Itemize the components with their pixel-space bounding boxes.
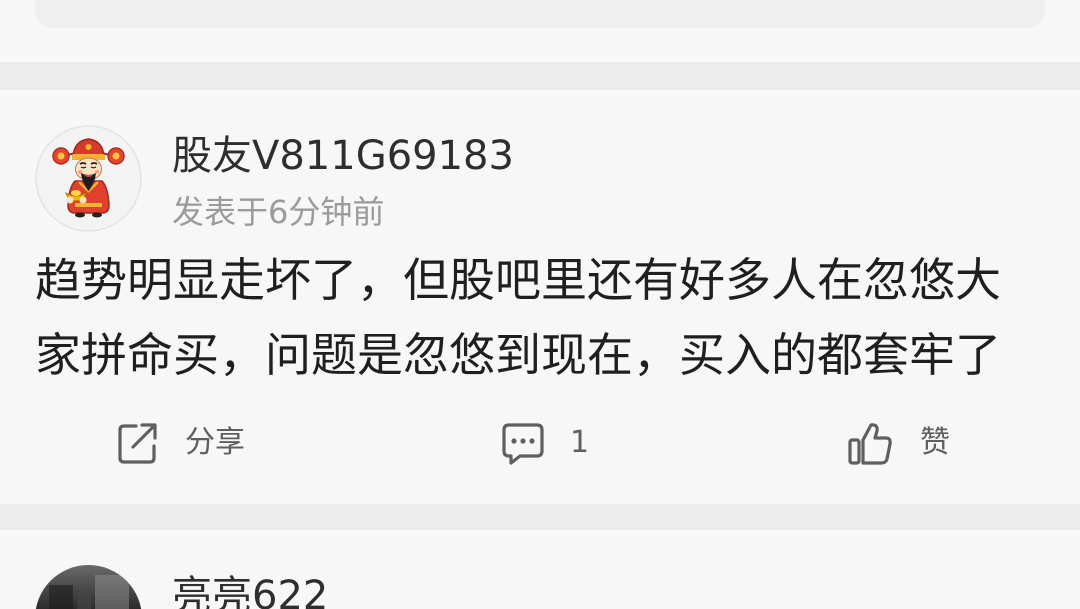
post-time: 发表于6分钟前 [172, 193, 385, 231]
user-avatar[interactable] [35, 565, 142, 609]
comment-card: 股友V811G69183 发表于6分钟前 趋势明显走坏了，但股吧里还有好多人在忽… [0, 90, 1080, 504]
caishen-avatar-image [35, 125, 142, 232]
username[interactable]: 股友V811G69183 [172, 132, 514, 180]
comment-count: 1 [570, 425, 590, 460]
like-label: 赞 [920, 425, 950, 460]
user-avatar[interactable] [35, 125, 142, 232]
share-label: 分享 [185, 425, 245, 460]
comment-card: 亮亮622 [0, 530, 1080, 609]
reply-button[interactable]: 1 [500, 418, 589, 468]
username[interactable]: 亮亮622 [172, 572, 328, 609]
section-divider [0, 62, 1080, 90]
comment-icon [502, 423, 544, 465]
share-icon [118, 423, 157, 464]
photo-avatar-image [35, 565, 142, 609]
like-button[interactable]: 赞 [846, 418, 950, 468]
share-button[interactable]: 分享 [115, 418, 245, 468]
thumbs-up-icon [848, 423, 892, 465]
previous-post-card [35, 0, 1045, 28]
section-divider [0, 504, 1080, 530]
comment-text[interactable]: 趋势明显走坏了，但股吧里还有好多人在忽悠大家拼命买，问题是忽悠到现在，买入的都套… [35, 243, 1015, 393]
action-bar: 分享 1 赞 [0, 418, 1080, 468]
